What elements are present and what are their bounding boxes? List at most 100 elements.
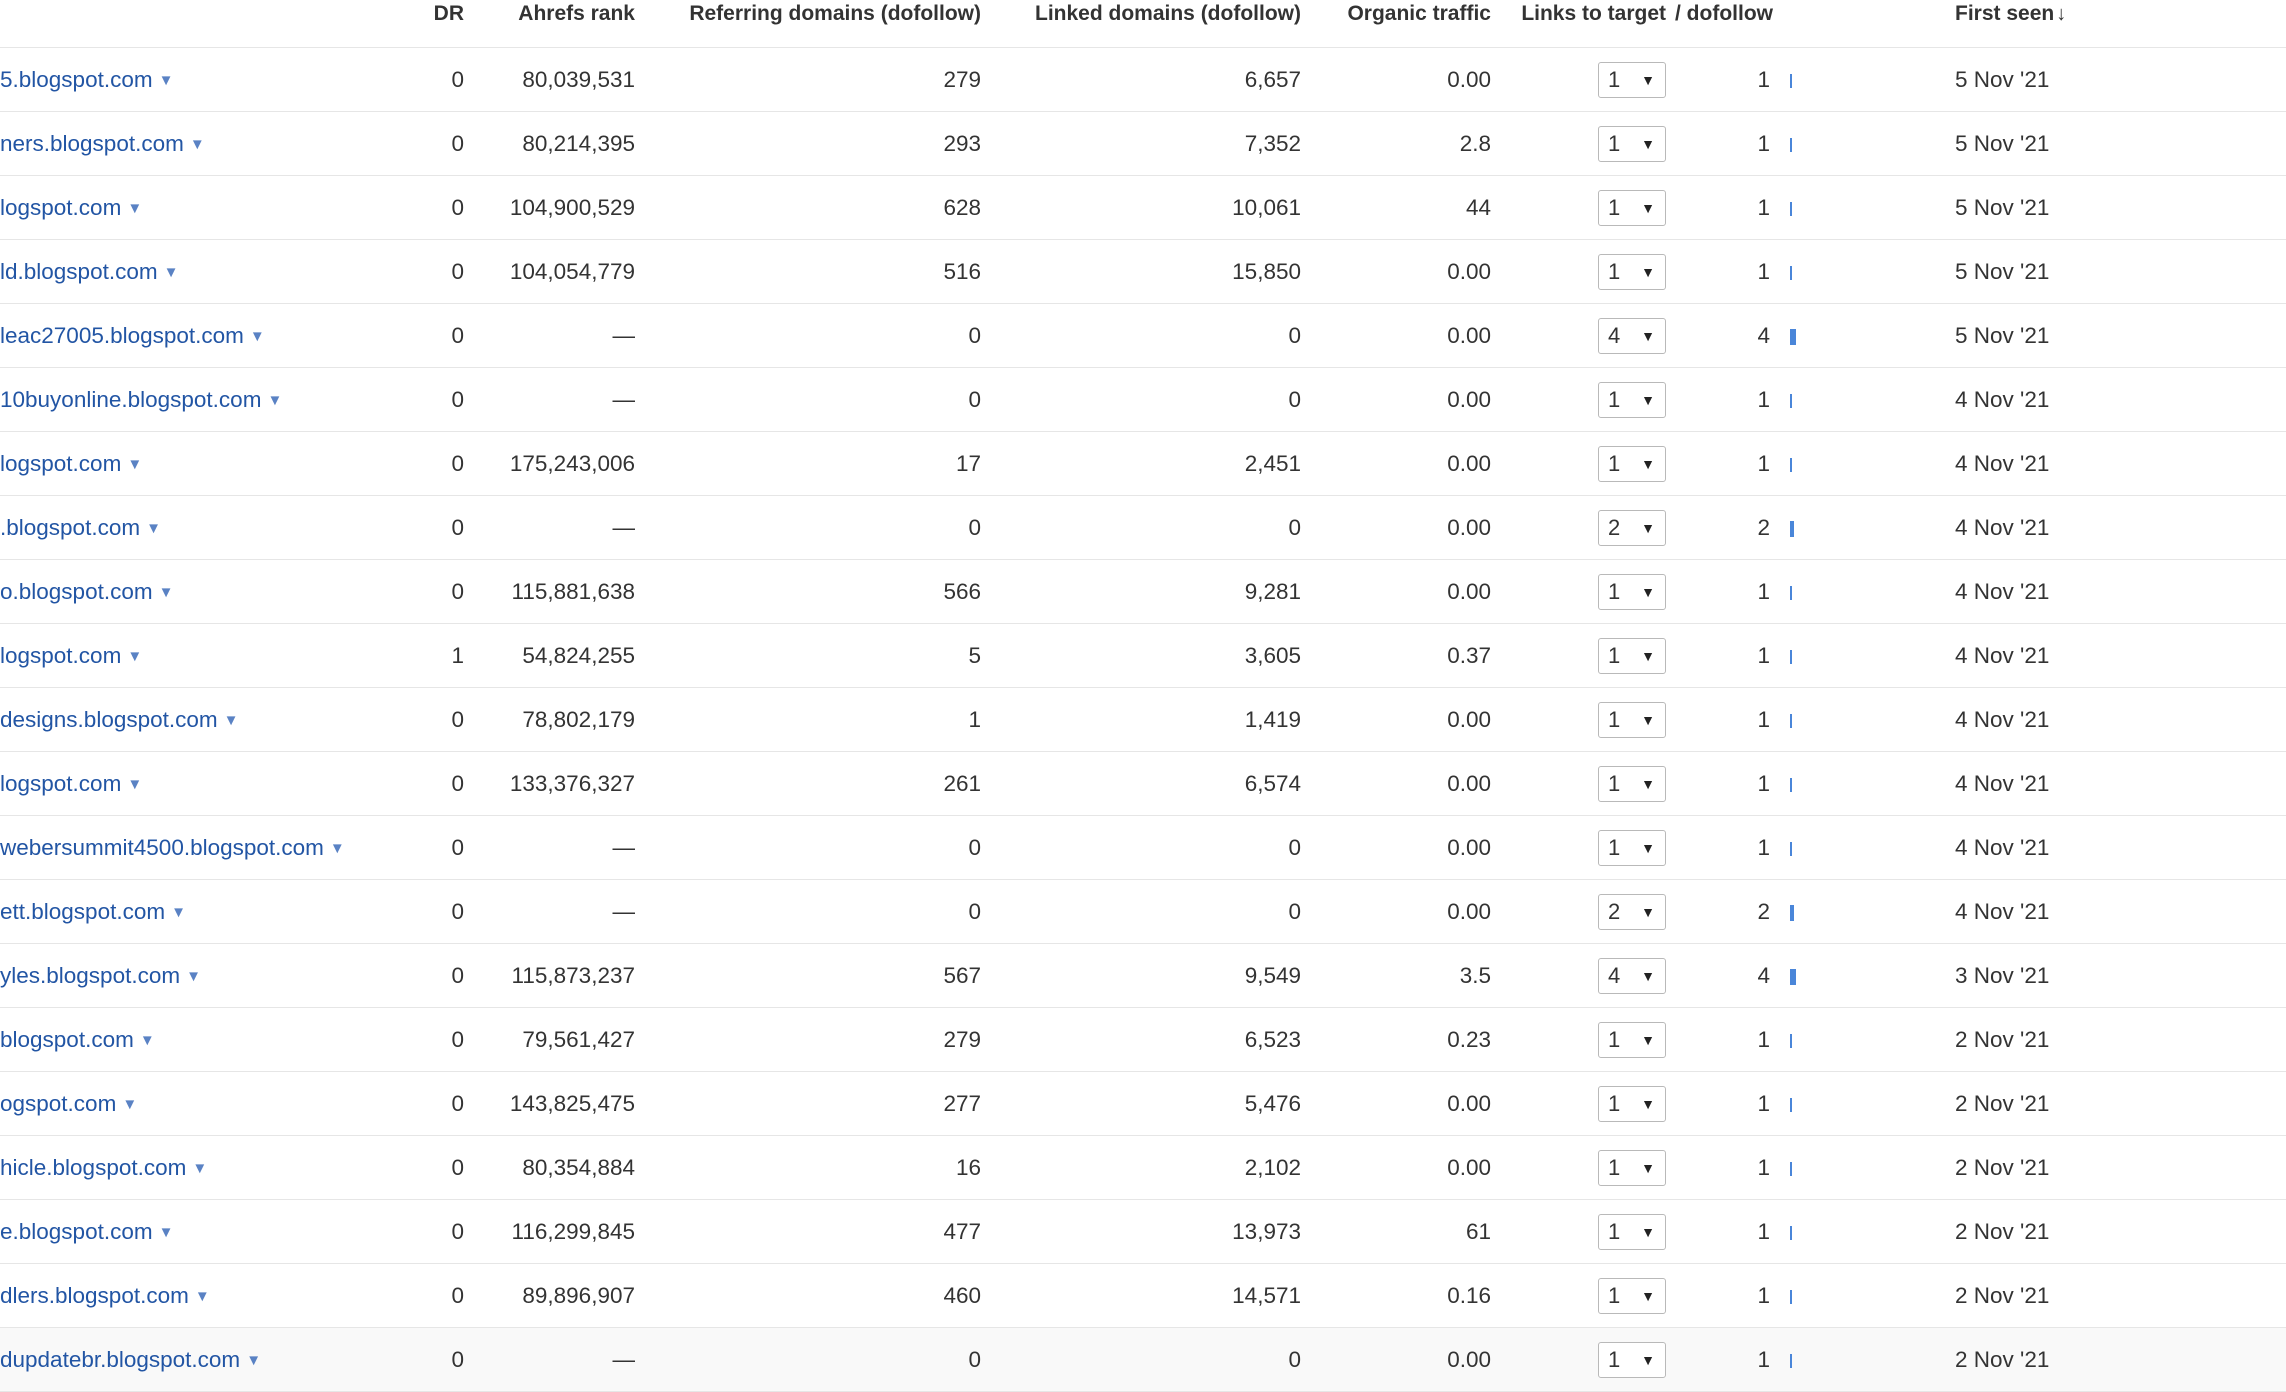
col-header-dr-label: DR [433, 2, 464, 25]
links-to-target-select[interactable]: 4 ▼ [1598, 317, 1666, 354]
dropdown-caret-icon[interactable]: ▼ [127, 776, 142, 793]
dropdown-caret-icon[interactable]: ▼ [140, 1032, 155, 1049]
col-header-linked-domains[interactable]: Linked domains (dofollow) [990, 0, 1310, 48]
dofollow-bar [1790, 904, 1794, 921]
dropdown-caret-icon[interactable]: ▼ [195, 1288, 210, 1305]
links-to-target-select[interactable]: 1 ▼ [1598, 637, 1666, 674]
referring-domain-link[interactable]: 10buyonline.blogspot.com [0, 387, 261, 412]
dropdown-caret-icon[interactable]: ▼ [127, 200, 142, 217]
referring-domain-link[interactable]: ners.blogspot.com [0, 131, 184, 156]
dofollow-bar [1790, 649, 1792, 664]
dropdown-caret-icon[interactable]: ▼ [159, 1224, 174, 1241]
referring-domain-link[interactable]: webersummit4500.blogspot.com [0, 835, 324, 860]
referring-domain-link[interactable]: logspot.com [0, 643, 121, 668]
dropdown-caret-icon[interactable]: ▼ [267, 392, 282, 409]
dropdown-caret-icon[interactable]: ▼ [190, 136, 205, 153]
ahrefs-rank-value: 143,825,475 [474, 1071, 644, 1136]
links-to-target-select[interactable]: 4 ▼ [1598, 957, 1666, 994]
links-to-target-select[interactable]: 1 ▼ [1598, 765, 1666, 802]
dropdown-caret-icon[interactable]: ▼ [164, 264, 179, 281]
table-row: 5.blogspot.com ▼ 0 80,039,531 279 6,657 0… [0, 47, 2286, 112]
dropdown-caret-icon[interactable]: ▼ [171, 904, 186, 921]
organic-traffic-value: 0.00 [1310, 1327, 1500, 1392]
dofollow-value: 1 [1675, 1199, 1770, 1264]
table-row: dupdatebr.blogspot.com ▼ 0 — 0 0 0.00 1 ▼ … [0, 1327, 2286, 1392]
dr-value: 0 [400, 111, 474, 176]
col-header-dr[interactable]: DR [400, 0, 474, 48]
referring-domain-link[interactable]: blogspot.com [0, 1027, 134, 1052]
links-to-target-select[interactable]: 1 ▼ [1598, 253, 1666, 290]
table-row: logspot.com ▼ 0 133,376,327 261 6,574 0.0… [0, 751, 2286, 816]
links-to-target-select[interactable]: 1 ▼ [1598, 1085, 1666, 1122]
links-to-target-select[interactable]: 1 ▼ [1598, 445, 1666, 482]
referring-domain-link[interactable]: ld.blogspot.com [0, 259, 158, 284]
col-header-dofollow[interactable]: / dofollow [1675, 0, 1773, 48]
links-to-target-select[interactable]: 1 ▼ [1598, 1277, 1666, 1314]
organic-traffic-value: 0.00 [1310, 239, 1500, 304]
first-seen-value: 5 Nov '21 [1945, 47, 2286, 112]
referring-domain-link[interactable]: logspot.com [0, 771, 121, 796]
col-header-links-to-target[interactable]: Links to target [1500, 0, 1675, 48]
referring-domain-link[interactable]: hicle.blogspot.com [0, 1155, 186, 1180]
dofollow-bar [1790, 713, 1792, 728]
col-header-organic-traffic[interactable]: Organic traffic [1310, 0, 1500, 48]
links-to-target-select[interactable]: 1 ▼ [1598, 189, 1666, 226]
links-to-target-select[interactable]: 2 ▼ [1598, 893, 1666, 930]
referring-domain-link[interactable]: leac27005.blogspot.com [0, 323, 244, 348]
dropdown-caret-icon[interactable]: ▼ [250, 328, 265, 345]
links-to-target-cell: 1 ▼ [1500, 175, 1675, 240]
col-header-first-seen[interactable]: First seen ↓ [1945, 0, 2286, 48]
referring-domain-link[interactable]: yles.blogspot.com [0, 963, 180, 988]
table-row: ld.blogspot.com ▼ 0 104,054,779 516 15,85… [0, 239, 2286, 304]
links-to-target-value: 1 [1608, 706, 1621, 732]
referring-domains-value: 1 [644, 687, 990, 752]
links-to-target-select[interactable]: 2 ▼ [1598, 509, 1666, 546]
links-to-target-select[interactable]: 1 ▼ [1598, 573, 1666, 610]
col-header-referring-domains[interactable]: Referring domains (dofollow) [644, 0, 990, 48]
linked-domains-value: 15,850 [990, 239, 1310, 304]
first-seen-value: 4 Nov '21 [1945, 559, 2286, 624]
dr-value: 0 [400, 687, 474, 752]
links-to-target-select[interactable]: 1 ▼ [1598, 1341, 1666, 1378]
dofollow-bar-cell [1770, 1327, 1945, 1392]
links-to-target-select[interactable]: 1 ▼ [1598, 381, 1666, 418]
dofollow-bar-cell [1770, 943, 1945, 1008]
dropdown-caret-icon[interactable]: ▼ [127, 456, 142, 473]
referring-domain-link[interactable]: logspot.com [0, 451, 121, 476]
dropdown-caret-icon[interactable]: ▼ [127, 648, 142, 665]
dofollow-value: 1 [1675, 367, 1770, 432]
links-to-target-select[interactable]: 1 ▼ [1598, 701, 1666, 738]
links-to-target-select[interactable]: 1 ▼ [1598, 1213, 1666, 1250]
links-to-target-select[interactable]: 1 ▼ [1598, 1021, 1666, 1058]
referring-domain-link[interactable]: e.blogspot.com [0, 1219, 153, 1244]
links-to-target-select[interactable]: 1 ▼ [1598, 125, 1666, 162]
referring-domain-link[interactable]: .blogspot.com [0, 515, 140, 540]
referring-domain-link[interactable]: dupdatebr.blogspot.com [0, 1347, 240, 1372]
referring-domain-link[interactable]: designs.blogspot.com [0, 707, 218, 732]
links-to-target-select[interactable]: 1 ▼ [1598, 61, 1666, 98]
dropdown-caret-icon[interactable]: ▼ [122, 1096, 137, 1113]
links-to-target-value: 4 [1608, 962, 1621, 988]
dropdown-caret-icon[interactable]: ▼ [224, 712, 239, 729]
col-header-ahrefs-rank[interactable]: Ahrefs rank [474, 0, 644, 48]
dropdown-caret-icon[interactable]: ▼ [146, 520, 161, 537]
links-to-target-select[interactable]: 1 ▼ [1598, 829, 1666, 866]
col-header-dofollow-label: / dofollow [1675, 2, 1773, 25]
dropdown-caret-icon[interactable]: ▼ [192, 1160, 207, 1177]
sort-descending-icon[interactable]: ↓ [2056, 3, 2066, 26]
links-to-target-cell: 1 ▼ [1500, 559, 1675, 624]
dropdown-caret-icon[interactable]: ▼ [330, 840, 345, 857]
dropdown-caret-icon[interactable]: ▼ [159, 72, 174, 89]
dropdown-caret-icon[interactable]: ▼ [186, 968, 201, 985]
links-to-target-select[interactable]: 1 ▼ [1598, 1149, 1666, 1186]
dofollow-bar [1790, 265, 1792, 280]
referring-domain-link[interactable]: logspot.com [0, 195, 121, 220]
dr-value: 0 [400, 175, 474, 240]
dropdown-caret-icon[interactable]: ▼ [246, 1352, 261, 1369]
referring-domain-link[interactable]: ett.blogspot.com [0, 899, 165, 924]
dropdown-caret-icon[interactable]: ▼ [159, 584, 174, 601]
referring-domain-link[interactable]: ogspot.com [0, 1091, 116, 1116]
referring-domain-link[interactable]: o.blogspot.com [0, 579, 153, 604]
referring-domain-link[interactable]: 5.blogspot.com [0, 67, 153, 92]
referring-domain-link[interactable]: dlers.blogspot.com [0, 1283, 189, 1308]
